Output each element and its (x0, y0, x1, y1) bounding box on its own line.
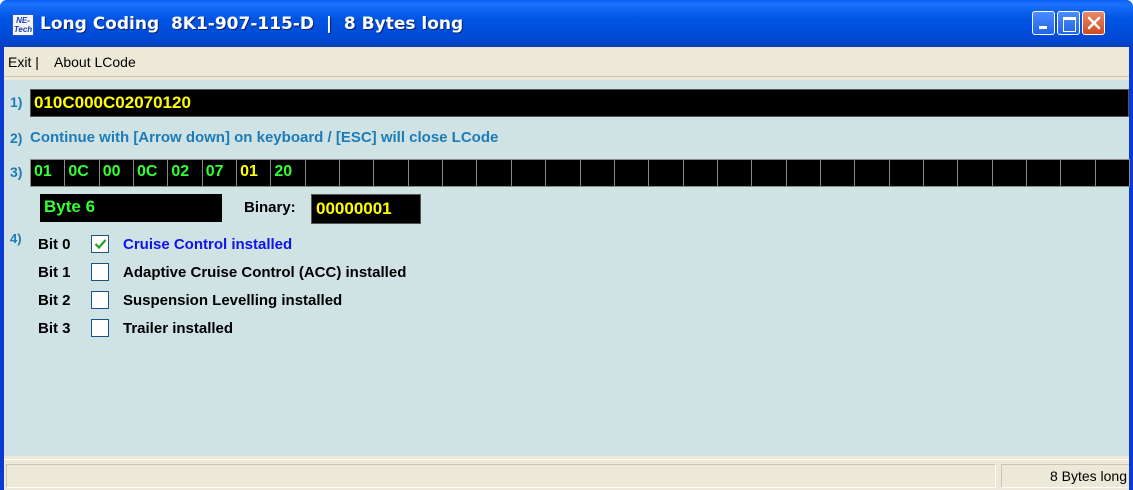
empty-byte-cell[interactable] (819, 159, 856, 187)
bit-checkbox[interactable] (91, 235, 109, 253)
binary-value: 00000001 (311, 194, 421, 224)
minimize-button[interactable] (1032, 11, 1055, 35)
status-bytes-text: 8 Bytes long (1049, 468, 1127, 484)
empty-byte-cell[interactable] (373, 159, 409, 187)
byte-cell-1[interactable]: 0C (64, 159, 100, 187)
byte-cell-6[interactable]: 01 (236, 159, 272, 187)
byte-cell-5[interactable]: 07 (201, 159, 238, 187)
coding-string-value: 010C000C02070120 (34, 93, 191, 112)
coding-panel: 1) 010C000C02070120 2) Continue with [Ar… (4, 80, 1130, 456)
instruction-text: Continue with [Arrow down] on keyboard /… (30, 129, 499, 146)
step-3-label: 3) (10, 164, 23, 180)
empty-byte-cell[interactable] (304, 159, 341, 187)
empty-byte-cell[interactable] (1094, 159, 1130, 187)
menu-exit[interactable]: Exit | (8, 53, 39, 71)
byte-cell-4[interactable]: 02 (167, 159, 203, 187)
bit-checkbox[interactable] (91, 319, 109, 337)
empty-byte-cell[interactable] (716, 159, 753, 187)
empty-byte-cell[interactable] (648, 159, 684, 187)
status-panel-main (6, 464, 996, 488)
bit-checkbox[interactable] (91, 291, 109, 309)
empty-byte-cell[interactable] (510, 159, 547, 187)
empty-byte-cell[interactable] (1025, 159, 1062, 187)
empty-byte-cell[interactable] (854, 159, 890, 187)
empty-byte-cell[interactable] (922, 159, 959, 187)
byte-cell-2[interactable]: 00 (98, 159, 135, 187)
app-window: NE- Tech Long Coding 8K1-907-115-D | 8 By… (0, 0, 1133, 490)
window-title: Long Coding 8K1-907-115-D | 8 Bytes long (40, 14, 464, 34)
bit-description[interactable]: Adaptive Cruise Control (ACC) installed (123, 264, 406, 282)
bit-name: Bit 3 (38, 320, 71, 337)
empty-byte-cell[interactable] (1060, 159, 1096, 187)
empty-byte-cell[interactable] (407, 159, 444, 187)
status-bar: 8 Bytes long (4, 459, 1129, 490)
close-button[interactable] (1082, 11, 1105, 35)
title-bar[interactable]: NE- Tech Long Coding 8K1-907-115-D | 8 By… (0, 0, 1133, 47)
bit-name: Bit 2 (38, 292, 71, 309)
bit-description[interactable]: Cruise Control installed (123, 236, 292, 254)
step-2-label: 2) (10, 130, 23, 146)
maximize-button[interactable] (1057, 11, 1080, 35)
empty-byte-cell[interactable] (579, 159, 615, 187)
empty-byte-cell[interactable] (339, 159, 375, 187)
bit-description[interactable]: Trailer installed (123, 320, 233, 338)
bit-name: Bit 1 (38, 264, 71, 281)
menu-about[interactable]: About LCode (54, 53, 136, 71)
selected-byte-label: Byte 6 (40, 194, 222, 222)
menu-bar: Exit | About LCode (4, 47, 1129, 77)
bit-checkbox[interactable] (91, 263, 109, 281)
empty-byte-cell[interactable] (545, 159, 581, 187)
empty-byte-cell[interactable] (682, 159, 718, 187)
byte-cell-3[interactable]: 0C (133, 159, 169, 187)
empty-byte-cell[interactable] (785, 159, 821, 187)
bit-description[interactable]: Suspension Levelling installed (123, 292, 342, 310)
byte-cell-0[interactable]: 01 (30, 159, 66, 187)
empty-byte-cell[interactable] (476, 159, 512, 187)
client-area: Exit | About LCode 1) 010C000C02070120 2… (4, 47, 1130, 490)
check-icon (94, 239, 107, 250)
empty-byte-cell[interactable] (957, 159, 993, 187)
byte-cell-7[interactable]: 20 (270, 159, 306, 187)
status-panel-right: 8 Bytes long (1001, 464, 1129, 488)
step-4-label: 4) (10, 231, 22, 246)
close-icon (1087, 16, 1101, 30)
empty-byte-cell[interactable] (442, 159, 478, 187)
binary-label: Binary: (244, 199, 296, 216)
empty-byte-cell[interactable] (613, 159, 650, 187)
bit-name: Bit 0 (38, 236, 71, 253)
empty-byte-cell[interactable] (751, 159, 787, 187)
empty-byte-cell[interactable] (888, 159, 924, 187)
app-logo-icon[interactable]: NE- Tech (12, 14, 34, 36)
empty-byte-cell[interactable] (991, 159, 1027, 187)
coding-string-field[interactable]: 010C000C02070120 (30, 89, 1129, 117)
step-1-label: 1) (10, 94, 23, 110)
